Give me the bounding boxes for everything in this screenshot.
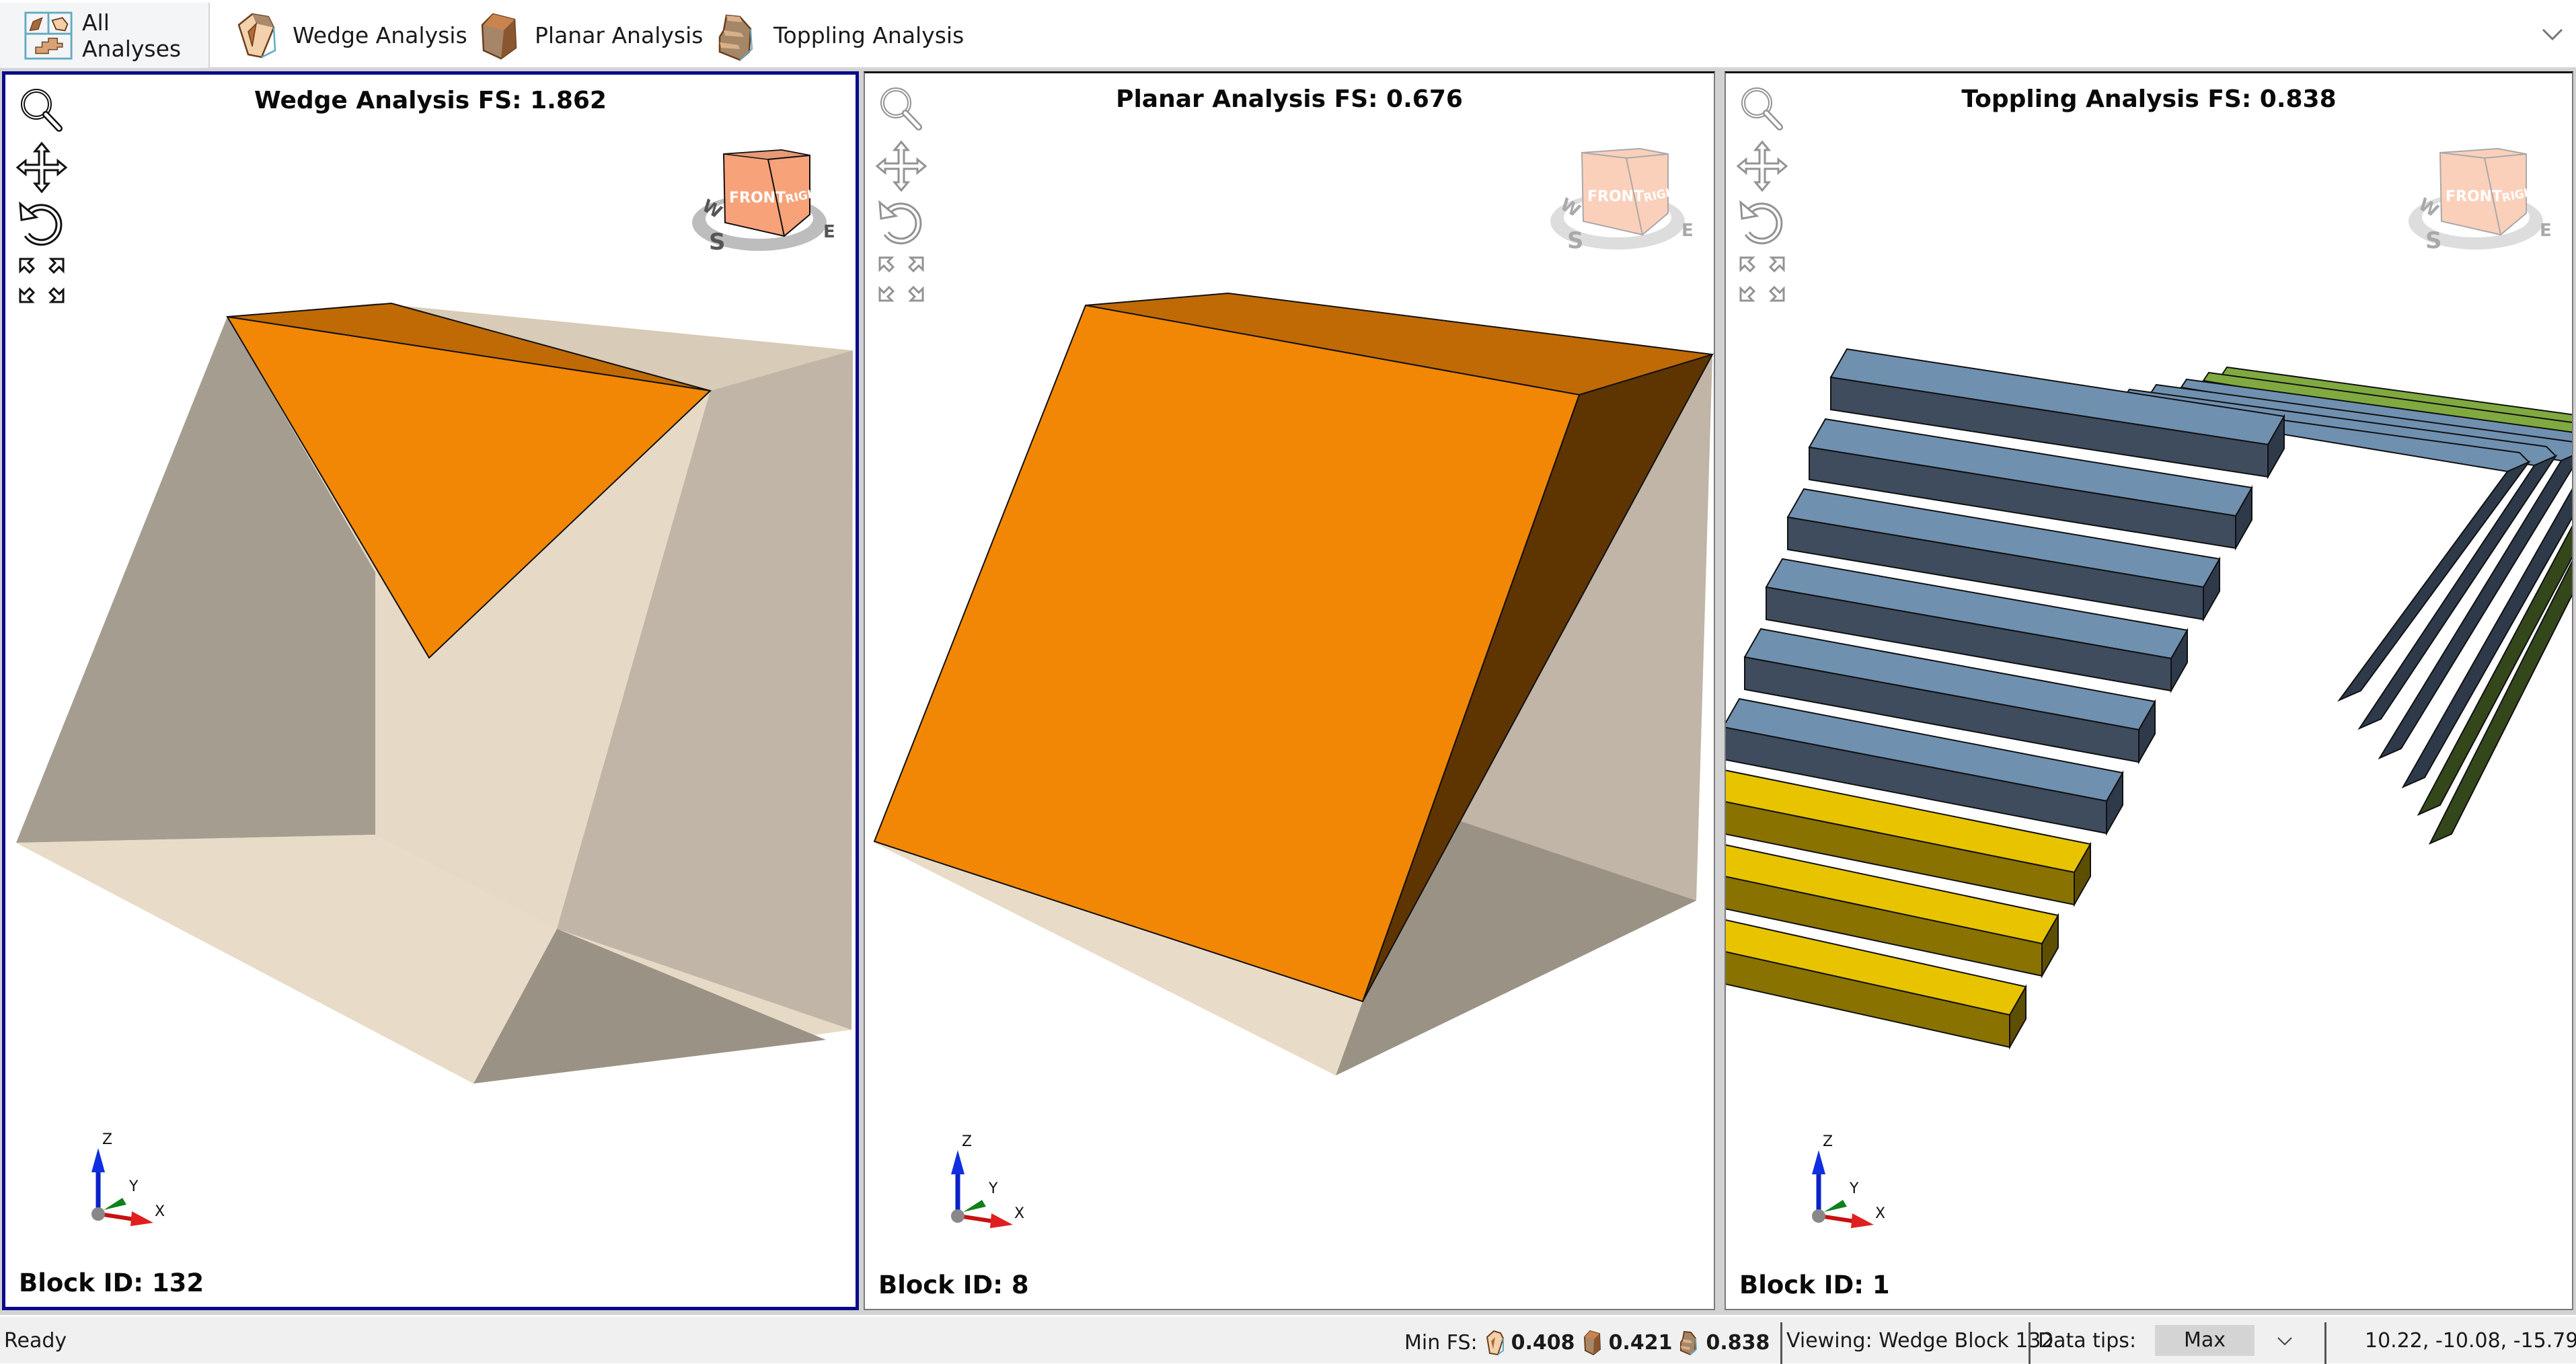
block-id-label: Block ID: 8 [878, 1271, 1029, 1299]
compass-e: E [823, 222, 835, 242]
view-toolbar [15, 84, 75, 310]
compass-s: S [709, 229, 726, 256]
viewcube-front-label: FRONT [729, 190, 786, 206]
block-id-label: Block ID: 132 [19, 1268, 204, 1297]
view-toolbar [874, 83, 935, 309]
rotate-icon[interactable] [874, 196, 928, 250]
panel-title: Wedge Analysis FS: 1.862 [254, 87, 607, 114]
zoom-icon[interactable] [874, 83, 928, 137]
toppling-fs-icon [1680, 1330, 1698, 1356]
wedge-analysis-viewport[interactable]: Wedge Analysis FS: 1.862 W S E FRONT RIG… [2, 71, 859, 1310]
min-fs-group: Min FS: 0.408 0.421 0.838 [1404, 1329, 1770, 1356]
axis-z-label: Z [962, 1134, 972, 1150]
compass-s: S [1567, 227, 1584, 254]
axis-x-label: X [155, 1203, 165, 1220]
toppling-analysis-icon [718, 14, 753, 61]
analysis-tab-bar: All Analyses Wedge Analysis Planar Analy… [0, 0, 2576, 69]
wedge-analysis-icon [237, 13, 276, 58]
planar-3d-scene[interactable] [865, 73, 1714, 1309]
status-separator [2324, 1322, 2326, 1364]
axis-triad: Z Y X [1812, 1134, 1885, 1228]
viewcube-front-label: FRONT [2446, 188, 2502, 205]
pan-icon[interactable] [1735, 139, 1789, 193]
data-tips-label: Data tips: [2038, 1329, 2137, 1353]
panel-title: Planar Analysis FS: 0.676 [1116, 85, 1463, 113]
tab-label: Toppling Analysis [773, 22, 964, 48]
planar-analysis-viewport[interactable]: Planar Analysis FS: 0.676 W S E FRONT RI… [864, 71, 1715, 1310]
view-cube[interactable]: W S E FRONT RIGHT [2398, 134, 2553, 258]
min-fs-toppling-value: 0.838 [1706, 1330, 1770, 1355]
axis-triad: Z Y X [91, 1132, 165, 1226]
view-cube[interactable]: W S E FRONT RIGHT [682, 135, 837, 260]
pan-icon[interactable] [874, 139, 928, 193]
zoom-extents-icon[interactable] [1735, 252, 1789, 306]
compass-e: E [1681, 221, 1694, 241]
tab-label: All Analyses [81, 9, 182, 62]
pan-icon[interactable] [15, 141, 69, 194]
data-tips-select[interactable]: Max [2155, 1325, 2255, 1356]
viewport-workspace: Wedge Analysis FS: 1.862 W S E FRONT RIG… [0, 69, 2576, 1315]
status-text: Ready [4, 1329, 67, 1353]
axis-z-label: Z [1823, 1134, 1833, 1150]
axis-y-label: Y [988, 1180, 998, 1197]
axis-x-label: X [1014, 1205, 1024, 1222]
viewing-label: Viewing: Wedge Block 132 [1786, 1329, 2054, 1353]
axis-x-label: X [1875, 1205, 1885, 1222]
compass-e: E [2540, 221, 2552, 241]
rotate-icon[interactable] [15, 197, 69, 251]
toppling-analysis-viewport[interactable]: Toppling Analysis FS: 0.838 W S E FRONT … [1725, 71, 2573, 1310]
tab-wedge-analysis[interactable]: Wedge Analysis [232, 3, 467, 68]
axis-y-label: Y [128, 1178, 139, 1195]
status-separator [2029, 1322, 2031, 1364]
tab-toppling-analysis[interactable]: Toppling Analysis [713, 3, 964, 68]
chevron-down-icon[interactable] [2277, 1336, 2293, 1347]
min-fs-planar-value: 0.421 [1608, 1330, 1673, 1355]
axis-y-label: Y [1849, 1180, 1859, 1197]
panel-title: Toppling Analysis FS: 0.838 [1961, 85, 2337, 113]
zoom-extents-icon[interactable] [874, 252, 928, 306]
wedge-fs-icon [1486, 1330, 1504, 1356]
status-bar: Ready Min FS: 0.408 0.421 0.838 Viewing:… [0, 1315, 2576, 1364]
planar-fs-icon [1583, 1330, 1601, 1356]
axis-z-label: Z [102, 1132, 112, 1148]
block-id-label: Block ID: 1 [1739, 1271, 1890, 1299]
min-fs-wedge-value: 0.408 [1511, 1330, 1575, 1355]
status-separator [1780, 1322, 1782, 1364]
view-cube[interactable]: W S E FRONT RIGHT [1540, 134, 1695, 258]
axis-triad: Z Y X [951, 1134, 1024, 1228]
tab-all-analyses[interactable]: All Analyses [0, 3, 210, 68]
rotate-icon[interactable] [1735, 196, 1789, 250]
compass-s: S [2425, 227, 2442, 254]
toppling-3d-scene[interactable] [1726, 73, 2572, 1309]
all-analyses-icon [24, 11, 73, 60]
tab-planar-analysis[interactable]: Planar Analysis [474, 3, 703, 68]
viewcube-front-label: FRONT [1587, 188, 1644, 205]
cursor-coordinates: 10.22, -10.08, -15.79 [2365, 1329, 2576, 1353]
planar-analysis-icon [481, 13, 517, 59]
zoom-icon[interactable] [15, 84, 69, 138]
zoom-extents-icon[interactable] [15, 254, 69, 307]
chevron-down-icon[interactable] [2541, 27, 2564, 42]
view-toolbar [1735, 83, 1796, 309]
tab-label: Wedge Analysis [293, 22, 467, 48]
min-fs-label: Min FS: [1404, 1330, 1478, 1355]
tab-label: Planar Analysis [535, 22, 704, 48]
zoom-icon[interactable] [1735, 83, 1789, 137]
